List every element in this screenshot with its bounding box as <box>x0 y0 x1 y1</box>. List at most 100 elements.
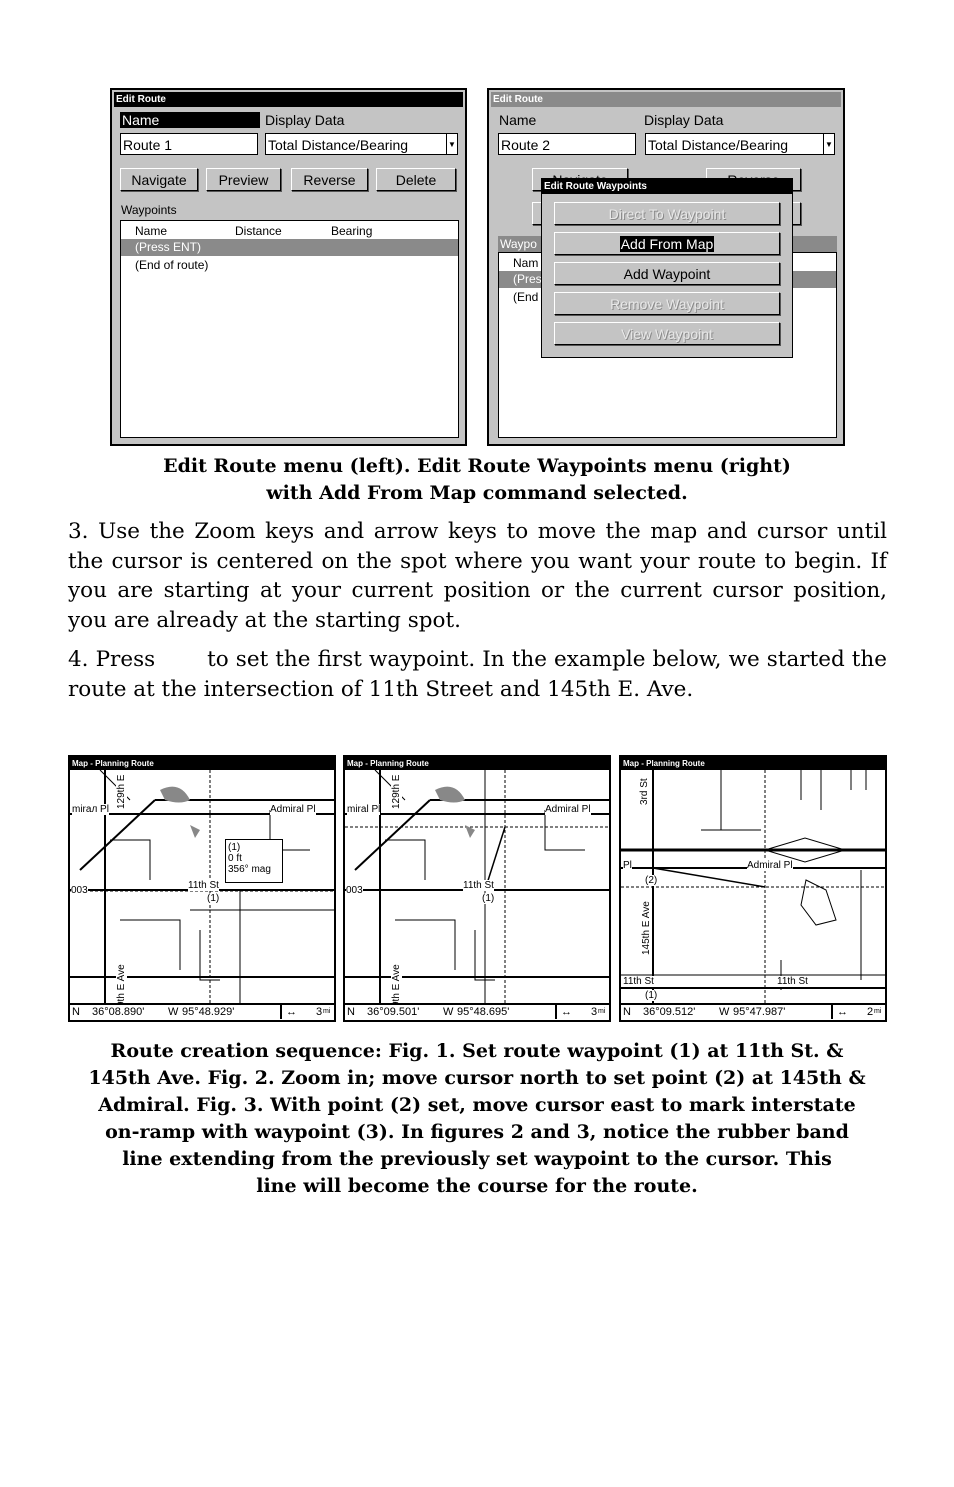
popup-line: 0 ft <box>228 853 242 864</box>
waypoint-1[interactable]: (1) <box>482 893 495 904</box>
popup-line: (1) <box>228 842 241 853</box>
map-status-bar: N 36°09.501' W 95°48.695' ↔ 3 mi <box>345 1003 609 1020</box>
edit-route-waypoints-screen: Edit Route Name Display Data Route 2 Tot… <box>487 88 845 446</box>
add-waypoint-button[interactable]: Add Waypoint <box>554 262 780 285</box>
route-name-field[interactable]: Route 2 <box>498 133 636 155</box>
scale-unit: mi <box>874 1008 882 1015</box>
popup-title: Edit Route Waypoints <box>542 179 792 194</box>
map-status-bar: N 36°09.512' W 95°47.987' ↔ 2 mi <box>621 1003 885 1020</box>
zoom-range-icon: ↔ <box>831 1005 848 1019</box>
map-label: 129th E <box>116 774 127 809</box>
display-data-value: Total Distance/Bearing <box>648 137 789 153</box>
map-figure-3: Map - Planning Route Admiral Pl Pl (2) 3… <box>619 755 887 1022</box>
longitude: 95°48.695' <box>457 1006 510 1018</box>
add-from-map-button[interactable]: Add From Map <box>554 232 780 255</box>
latitude: 36°08.890' <box>92 1006 145 1018</box>
name-label: Name <box>120 112 260 128</box>
display-data-select[interactable]: Total Distance/Bearing ▼ <box>265 133 458 155</box>
zoom-range-icon: ↔ <box>555 1005 572 1019</box>
caption-line: Edit Route menu (left). Edit Route Waypo… <box>163 455 791 477</box>
map-figure-2: Map - Planning Route 129th E 9th E Ave A… <box>343 755 611 1022</box>
waypoint-2[interactable]: (2) <box>645 875 658 886</box>
route-name-field[interactable]: Route 1 <box>120 133 258 155</box>
map-canvas[interactable] <box>621 770 885 1006</box>
map-label: Admiral Pl <box>545 804 591 815</box>
preview-button[interactable]: Preview <box>206 168 281 191</box>
list-item[interactable]: (Press ENT) <box>121 239 458 256</box>
map-label: Admiral Pl <box>747 860 793 871</box>
waypoints-list: Name Distance Bearing (Press ENT) (End o… <box>120 220 459 438</box>
delete-button[interactable]: Delete <box>376 168 456 191</box>
list-item[interactable]: (End <box>513 290 538 304</box>
chevron-down-icon[interactable]: ▼ <box>823 134 834 154</box>
scale-value: 3 <box>316 1006 323 1018</box>
col-name: Name <box>135 224 168 238</box>
display-data-value: Total Distance/Bearing <box>268 137 409 153</box>
display-data-label: Display Data <box>644 112 724 128</box>
waypoint-1[interactable]: (1) <box>645 990 658 1001</box>
scale-unit: mi <box>323 1008 331 1015</box>
waypoint-1[interactable]: (1) <box>207 893 220 904</box>
caption-line: line extending from the previously set w… <box>122 1148 832 1170</box>
navigate-button[interactable]: Navigate <box>120 168 198 191</box>
latitude: 36°09.512' <box>643 1006 696 1018</box>
step-3-text: 3. Use the Zoom keys and arrow keys to m… <box>68 519 887 633</box>
map-figure-1: Map - Planning Route 129th E 9th E Ave A… <box>68 755 336 1022</box>
edit-route-waypoints-popup: Edit Route Waypoints Direct To Waypoint … <box>541 178 793 358</box>
scale-value: 2 <box>867 1006 874 1018</box>
lat-label: N <box>347 1006 355 1018</box>
map-label: 9th E Ave <box>391 964 402 1007</box>
display-data-select[interactable]: Total Distance/Bearing ▼ <box>645 133 835 155</box>
longitude: 95°48.929' <box>182 1006 235 1018</box>
scale-unit: mi <box>598 1008 606 1015</box>
map-label: 11th St <box>188 880 219 891</box>
map-label: 11th St <box>623 976 654 987</box>
step-4-text: 4. Press to set the first waypoint. In th… <box>68 645 887 704</box>
map-label: 003 <box>346 885 363 896</box>
popup-line: 356° mag <box>228 864 271 875</box>
screen-title: Edit Route <box>491 92 841 107</box>
map-label: mirал Pl <box>72 804 109 815</box>
view-waypoint-button[interactable]: View Waypoint <box>554 322 780 345</box>
cursor-info-popup: (1) 0 ft 356° mag <box>225 839 283 883</box>
map-label: 003 <box>71 885 88 896</box>
map-label: Pl <box>623 860 632 871</box>
map-title: Map - Planning Route <box>70 757 334 770</box>
caption-line: 145th Ave. Fig. 2. Zoom in; move cursor … <box>88 1067 866 1089</box>
screen-title: Edit Route <box>114 92 463 107</box>
caption-line: Route creation sequence: Fig. 1. Set rou… <box>110 1040 844 1062</box>
col-bearing: Bearing <box>331 224 373 238</box>
chevron-down-icon[interactable]: ▼ <box>446 134 457 154</box>
caption-line: Admiral. Fig. 3. With point (2) set, mov… <box>98 1094 856 1116</box>
latitude: 36°09.501' <box>367 1006 420 1018</box>
name-label: Name <box>499 112 537 128</box>
map-label: 145th E Ave <box>641 901 652 955</box>
scale-value: 3 <box>591 1006 598 1018</box>
list-item[interactable]: (End of route) <box>135 258 208 272</box>
lon-label: W <box>168 1006 179 1018</box>
lon-label: W <box>443 1006 454 1018</box>
caption-line: line will become the course for the rout… <box>256 1175 698 1197</box>
caption-line: on-ramp with waypoint (3). In figures 2 … <box>105 1121 849 1143</box>
edit-route-screen: Edit Route Name Display Data Route 1 Tot… <box>110 88 467 446</box>
manual-page: Edit Route Name Display Data Route 1 Tot… <box>0 0 954 1487</box>
map-title: Map - Planning Route <box>345 757 609 770</box>
remove-waypoint-button[interactable]: Remove Waypoint <box>554 292 780 315</box>
col-distance: Distance <box>235 224 282 238</box>
direct-to-waypoint-button[interactable]: Direct To Waypoint <box>554 202 780 225</box>
map-label: 11th St <box>463 880 494 891</box>
map-label: 3rd St <box>639 778 650 805</box>
caption-line: with Add From Map command selected. <box>266 482 688 504</box>
lat-label: N <box>623 1006 631 1018</box>
map-label: 9th E Ave <box>116 964 127 1007</box>
lon-label: W <box>719 1006 730 1018</box>
zoom-range-icon: ↔ <box>280 1005 297 1019</box>
add-from-map-label: Add From Map <box>619 236 715 252</box>
waypoints-label: Waypoints <box>121 203 177 217</box>
longitude: 95°47.987' <box>733 1006 786 1018</box>
reverse-button[interactable]: Reverse <box>291 168 368 191</box>
lat-label: N <box>72 1006 80 1018</box>
display-data-label: Display Data <box>265 112 345 128</box>
map-status-bar: N 36°08.890' W 95°48.929' ↔ 3 mi <box>70 1003 334 1020</box>
map-label: 11th St <box>777 976 808 987</box>
